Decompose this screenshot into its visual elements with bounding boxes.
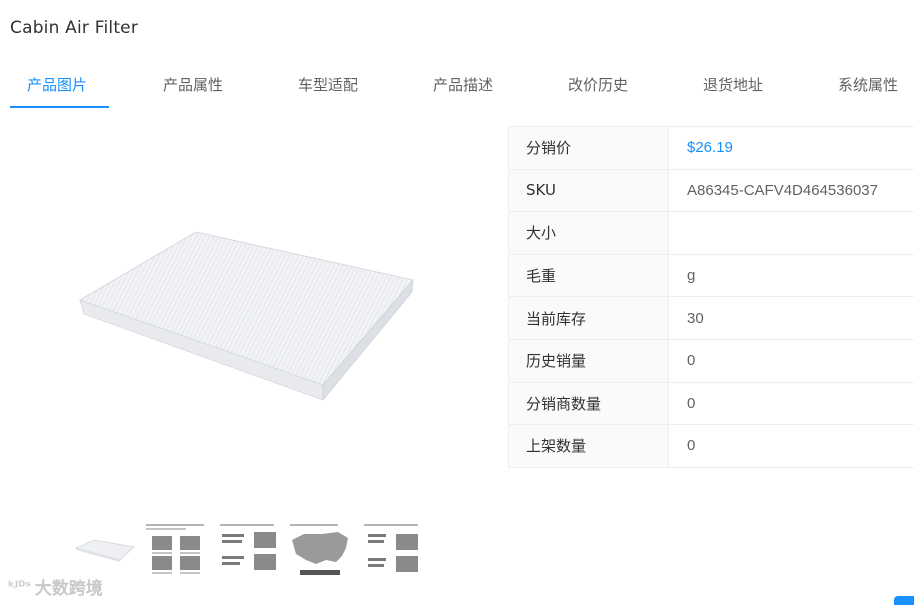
thumbnail-2[interactable] <box>142 520 210 580</box>
history-sales-value: 0 <box>668 339 914 383</box>
info-label: 历史销量 <box>508 339 669 383</box>
active-tab-indicator <box>10 106 109 108</box>
watermark-text: 大数跨境 <box>34 579 103 599</box>
info-row-distributor-count: 分销商数量 0 <box>508 382 914 426</box>
sku-value: A86345-CAFV4D464536037 <box>668 169 914 213</box>
floating-action-button[interactable] <box>894 596 914 605</box>
info-label: 分销商数量 <box>508 382 669 426</box>
features-thumb-icon <box>364 524 418 572</box>
tab-return-address[interactable]: 退货地址 <box>703 74 763 95</box>
tab-vehicle-fitment[interactable]: 车型适配 <box>298 74 358 95</box>
thumbnail-4[interactable] <box>286 520 354 580</box>
tab-system-attributes[interactable]: 系统属性 <box>838 74 898 95</box>
info-label: 分销价 <box>508 126 669 170</box>
current-stock-value: 30 <box>668 296 914 340</box>
product-info-table: 分销价 $26.19 SKU A86345-CAFV4D464536037 大小… <box>508 126 914 468</box>
info-row-price: 分销价 $26.19 <box>508 126 914 170</box>
main-product-image <box>70 210 430 420</box>
tab-product-description[interactable]: 产品描述 <box>433 74 493 95</box>
info-label: SKU <box>508 169 669 213</box>
info-row-stock: 当前库存 30 <box>508 296 914 340</box>
size-value <box>668 211 914 255</box>
watermark: ᵏᴶᴰˢ 大数跨境 <box>8 574 103 600</box>
cabin-air-filter-icon <box>78 231 414 402</box>
tab-product-attributes[interactable]: 产品属性 <box>163 74 223 95</box>
info-row-size: 大小 <box>508 211 914 255</box>
filter-thumb-icon <box>74 539 135 562</box>
info-label: 当前库存 <box>508 296 669 340</box>
info-row-history-sales: 历史销量 0 <box>508 339 914 383</box>
distributor-count-value: 0 <box>668 382 914 426</box>
info-row-listing-count: 上架数量 0 <box>508 424 914 468</box>
thumbnail-5[interactable] <box>358 520 426 580</box>
kjdsnet-logo-icon: ᵏᴶᴰˢ <box>8 578 31 595</box>
listing-count-value: 0 <box>668 424 914 468</box>
info-label: 毛重 <box>508 254 669 298</box>
gross-weight-value: g <box>668 254 914 298</box>
info-row-sku: SKU A86345-CAFV4D464536037 <box>508 169 914 213</box>
info-row-gross-weight: 毛重 g <box>508 254 914 298</box>
tab-price-history[interactable]: 改价历史 <box>568 74 628 95</box>
why-choose-thumb-icon <box>220 524 276 570</box>
info-label: 上架数量 <box>508 424 669 468</box>
quality-badges-thumb-icon <box>146 524 204 574</box>
tab-bar: 产品图片 产品属性 车型适配 产品描述 改价历史 退货地址 系统属性 <box>0 60 914 110</box>
distribution-price-value: $26.19 <box>668 126 914 170</box>
page-title: Cabin Air Filter <box>10 18 139 38</box>
tab-product-images[interactable]: 产品图片 <box>27 74 87 95</box>
thumbnail-3[interactable] <box>214 520 282 580</box>
free-shipping-map-thumb-icon <box>290 524 348 575</box>
thumbnail-1[interactable] <box>70 520 138 580</box>
info-label: 大小 <box>508 211 669 255</box>
